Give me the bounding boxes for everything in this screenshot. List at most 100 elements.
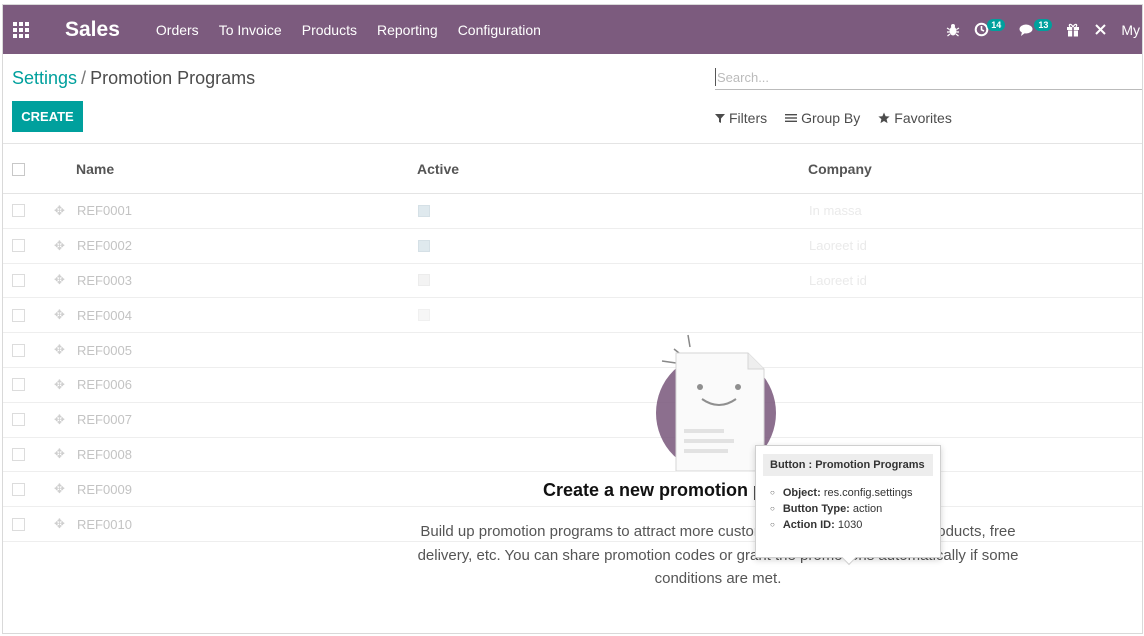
tooltip-action-value: 1030: [837, 519, 863, 531]
app-name[interactable]: Sales: [65, 18, 120, 42]
main-menu: Orders To Invoice Products Reporting Con…: [156, 22, 541, 38]
active-checkbox: [418, 204, 430, 217]
apps-menu-button[interactable]: [3, 5, 39, 54]
breadcrumb-separator: /: [81, 68, 87, 88]
row-name: REF0007: [77, 412, 132, 428]
drag-handle-icon[interactable]: ✥: [54, 272, 65, 288]
column-header-company[interactable]: Company: [808, 161, 872, 177]
row-name: REF0009: [77, 481, 132, 497]
drag-handle-icon[interactable]: ✥: [54, 481, 65, 497]
row-name: REF0008: [77, 446, 132, 462]
row-name: REF0005: [77, 342, 132, 358]
gift-icon: [1067, 23, 1080, 36]
table-row[interactable]: ✥ REF0006: [3, 368, 1142, 403]
filters-dropdown[interactable]: Filters: [715, 110, 767, 126]
tooltip-type-label: Button Type:: [782, 503, 850, 515]
menu-item-to-invoice[interactable]: To Invoice: [219, 22, 282, 38]
create-button[interactable]: CREATE: [12, 101, 83, 132]
menu-item-configuration[interactable]: Configuration: [458, 22, 541, 38]
row-checkbox[interactable]: [12, 308, 25, 322]
user-label: My: [1121, 21, 1140, 38]
menu-item-products[interactable]: Products: [302, 22, 357, 38]
table-row[interactable]: ✥ REF0005: [3, 333, 1142, 368]
drag-handle-icon[interactable]: ✥: [54, 238, 65, 254]
main-navbar: Sales Orders To Invoice Products Reporti…: [3, 5, 1142, 54]
row-name: REF0002: [77, 238, 132, 254]
filter-icon: [715, 114, 725, 123]
drag-handle-icon[interactable]: ✥: [54, 446, 65, 462]
row-checkbox[interactable]: [12, 482, 25, 496]
star-icon: [878, 112, 890, 124]
bars-icon: [785, 114, 798, 122]
tooltip-object-label: Object:: [782, 487, 821, 499]
row-checkbox[interactable]: [12, 239, 25, 253]
tooltip-details: Object: res.config.settings Button Type:…: [770, 487, 940, 531]
row-checkbox[interactable]: [12, 413, 25, 427]
close-tools-icon: [1095, 24, 1107, 35]
debug-tooltip: Button : Promotion Programs Object: res.…: [755, 445, 941, 566]
column-header-active[interactable]: Active: [417, 161, 459, 177]
row-checkbox[interactable]: [12, 273, 25, 287]
drag-handle-icon[interactable]: ✥: [54, 342, 65, 358]
drag-handle-icon[interactable]: ✥: [54, 516, 65, 532]
table-row[interactable]: ✥ REF0001 In massa: [3, 194, 1142, 229]
debug-button[interactable]: [946, 23, 960, 37]
table-row[interactable]: ✥ REF0004: [3, 298, 1142, 334]
menu-item-orders[interactable]: Orders: [156, 22, 199, 38]
gift-button[interactable]: [1066, 23, 1080, 37]
search-input[interactable]: Search...: [715, 66, 1142, 90]
messaging-button[interactable]: 13: [1019, 18, 1053, 37]
group-by-label: Group By: [801, 110, 861, 126]
column-header-name[interactable]: Name: [76, 161, 114, 177]
search-options: Filters Group By Favorites: [715, 110, 952, 126]
tools-button[interactable]: [1094, 23, 1107, 36]
active-checkbox: [418, 274, 430, 287]
row-name: REF0003: [77, 272, 132, 288]
table-row[interactable]: ✥ REF0008: [3, 438, 1142, 473]
menu-item-reporting[interactable]: Reporting: [377, 22, 438, 38]
activity-count-badge: 14: [987, 18, 1006, 31]
activity-button[interactable]: 14: [974, 18, 1006, 37]
select-all-checkbox[interactable]: [12, 162, 25, 176]
help-title: Create a new promotion program: [543, 480, 769, 500]
row-checkbox[interactable]: [12, 517, 25, 531]
filters-label: Filters: [729, 110, 768, 126]
breadcrumb-current: Promotion Programs: [90, 68, 256, 88]
tooltip-object-value: res.config.settings: [823, 487, 913, 499]
tooltip-action-label: Action ID:: [782, 519, 835, 531]
tooltip-action-id: Action ID: 1030: [770, 519, 940, 531]
tooltip-title: Button : Promotion Programs: [763, 454, 933, 476]
breadcrumb-settings-link[interactable]: Settings: [12, 68, 77, 88]
bug-icon: [946, 23, 960, 36]
row-name: REF0004: [77, 307, 132, 323]
table-row[interactable]: ✥ REF0007: [3, 403, 1142, 438]
row-checkbox[interactable]: [12, 378, 25, 392]
favorites-dropdown[interactable]: Favorites: [878, 110, 952, 126]
tooltip-button-type: Button Type: action: [770, 503, 940, 515]
row-name: REF0001: [77, 203, 132, 219]
row-checkbox[interactable]: [12, 447, 25, 461]
control-panel: Settings / Promotion Programs CREATE Searc…: [3, 54, 1142, 144]
row-company: Laoreet id: [809, 272, 867, 288]
app-window: Sales Orders To Invoice Products Reporti…: [2, 4, 1143, 634]
table-header: Name Active Company: [3, 145, 1142, 194]
drag-handle-icon[interactable]: ✥: [54, 377, 65, 393]
row-company: Laoreet id: [809, 238, 867, 254]
active-checkbox: [418, 309, 430, 322]
user-menu[interactable]: My: [1121, 22, 1140, 38]
drag-handle-icon[interactable]: ✥: [54, 412, 65, 428]
table-row[interactable]: ✥ REF0002 Laoreet id: [3, 229, 1142, 264]
active-checkbox: [418, 239, 430, 252]
message-count-badge: 13: [1034, 18, 1053, 31]
drag-handle-icon[interactable]: ✥: [54, 203, 65, 219]
row-checkbox[interactable]: [12, 204, 25, 218]
help-description: Build up promotion programs to attract m…: [417, 523, 1019, 587]
table-row[interactable]: ✥ REF0003 Laoreet id: [3, 264, 1142, 299]
apps-grid-icon: [13, 21, 29, 38]
group-by-dropdown[interactable]: Group By: [785, 110, 860, 126]
drag-handle-icon[interactable]: ✥: [54, 307, 65, 323]
tooltip-object: Object: res.config.settings: [770, 487, 940, 499]
breadcrumb: Settings / Promotion Programs: [12, 68, 255, 89]
row-name: REF0006: [77, 377, 132, 393]
row-checkbox[interactable]: [12, 343, 25, 357]
